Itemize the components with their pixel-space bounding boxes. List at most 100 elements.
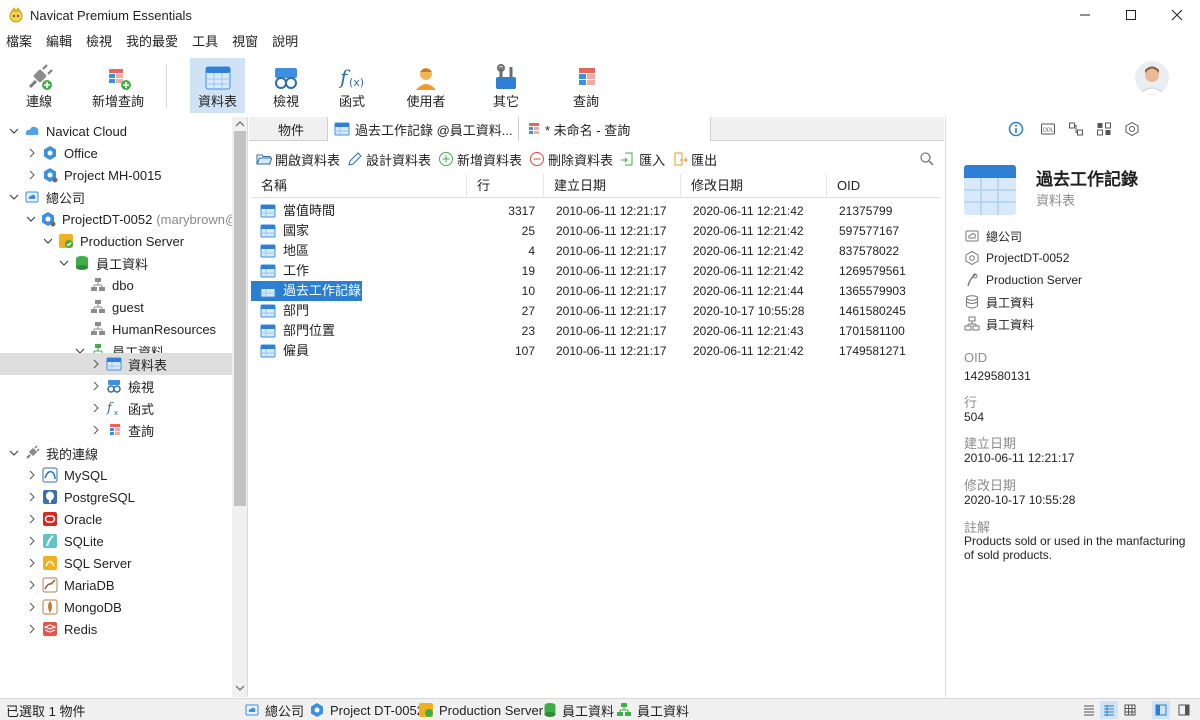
search-icon[interactable] bbox=[920, 152, 934, 166]
tree-item-postgresql[interactable]: PostgreSQL bbox=[0, 486, 232, 508]
chevron-down-icon[interactable] bbox=[42, 235, 54, 247]
minimize-button[interactable] bbox=[1062, 0, 1108, 30]
tree-item-database-employee[interactable]: 員工資料 bbox=[0, 252, 232, 274]
info-icon[interactable] bbox=[1008, 121, 1024, 137]
chevron-right-icon[interactable] bbox=[90, 424, 102, 436]
column-header-rows[interactable]: 行 bbox=[467, 174, 544, 198]
tree-item-mysql[interactable]: MySQL bbox=[0, 464, 232, 486]
queries-button[interactable]: 查詢 bbox=[562, 58, 610, 113]
chevron-right-icon[interactable] bbox=[90, 380, 102, 392]
table-row[interactable]: 國家 25 2010-06-11 12:21:17 2020-06-11 12:21:… bbox=[251, 221, 941, 241]
tree-item-tables[interactable]: 資料表 bbox=[0, 353, 232, 375]
scroll-up-icon[interactable] bbox=[235, 119, 245, 129]
views-button[interactable]: 檢視 bbox=[262, 58, 310, 113]
hexagon-settings-icon[interactable] bbox=[1124, 121, 1140, 137]
maximize-button[interactable] bbox=[1108, 0, 1154, 30]
table-row[interactable]: 過去工作記錄 10 2010-06-11 12:21:17 2020-06-11 12… bbox=[251, 281, 941, 301]
table-row[interactable]: 部門 27 2010-06-11 12:21:17 2020-10-17 10:55:… bbox=[251, 301, 941, 321]
column-header-created[interactable]: 建立日期 bbox=[544, 174, 681, 198]
export-button[interactable]: 匯出 bbox=[672, 150, 717, 169]
tree-item-mongodb[interactable]: MongoDB bbox=[0, 596, 232, 618]
tree-item-mariadb[interactable]: MariaDB bbox=[0, 574, 232, 596]
status-crumb-company[interactable]: 總公司 bbox=[244, 699, 304, 720]
close-button[interactable] bbox=[1154, 0, 1200, 30]
functions-button[interactable]: f (x) 函式 bbox=[330, 58, 374, 113]
new-table-button[interactable]: 新增資料表 bbox=[438, 150, 522, 169]
chevron-right-icon[interactable] bbox=[26, 491, 38, 503]
users-button[interactable]: 使用者 bbox=[398, 58, 454, 113]
chevron-right-icon[interactable] bbox=[26, 557, 38, 569]
dependencies-icon[interactable] bbox=[1096, 121, 1112, 137]
tree-item-office[interactable]: Office bbox=[0, 142, 232, 164]
list-view-toggle[interactable] bbox=[1080, 701, 1098, 719]
ddl-icon[interactable]: DDL bbox=[1040, 121, 1056, 137]
chevron-right-icon[interactable] bbox=[26, 169, 38, 181]
tree-scrollbar[interactable] bbox=[232, 117, 247, 697]
user-avatar[interactable] bbox=[1135, 61, 1169, 95]
status-crumb-project[interactable]: Project DT-0052 bbox=[309, 699, 424, 720]
others-button[interactable]: 其它 bbox=[482, 58, 530, 113]
menu-edit[interactable]: 編輯 bbox=[39, 31, 79, 53]
tree-item-schema-guest[interactable]: guest bbox=[0, 296, 232, 318]
table-row[interactable]: 部門位置 23 2010-06-11 12:21:17 2020-06-11 12:2… bbox=[251, 321, 941, 341]
chevron-right-icon[interactable] bbox=[26, 535, 38, 547]
tree-item-company[interactable]: 總公司 bbox=[0, 186, 232, 208]
column-header-oid[interactable]: OID bbox=[827, 174, 941, 198]
tree-item-project-dt[interactable]: ProjectDT-0052 (marybrown@ bbox=[0, 208, 238, 230]
chevron-down-icon[interactable] bbox=[26, 213, 36, 225]
tree-item-views[interactable]: 檢視 bbox=[0, 375, 232, 397]
table-row[interactable]: 當值時間 3317 2010-06-11 12:21:17 2020-06-11 12… bbox=[251, 201, 941, 221]
tree-item-redis[interactable]: Redis bbox=[0, 618, 232, 640]
column-header-modified[interactable]: 修改日期 bbox=[681, 174, 827, 198]
detail-view-toggle[interactable] bbox=[1100, 701, 1118, 719]
grid-view-toggle[interactable] bbox=[1121, 701, 1139, 719]
tables-button[interactable]: 資料表 bbox=[190, 58, 245, 113]
chevron-down-icon[interactable] bbox=[8, 191, 20, 203]
nav-pane-toggle[interactable] bbox=[1152, 701, 1170, 719]
connect-button[interactable]: 連線 bbox=[12, 58, 66, 113]
menu-view[interactable]: 檢視 bbox=[79, 31, 119, 53]
er-diagram-icon[interactable] bbox=[1068, 121, 1084, 137]
info-pane-toggle[interactable] bbox=[1175, 701, 1193, 719]
scrollbar-thumb[interactable] bbox=[234, 131, 246, 506]
chevron-right-icon[interactable] bbox=[26, 147, 38, 159]
menu-help[interactable]: 說明 bbox=[265, 31, 305, 53]
scroll-down-icon[interactable] bbox=[235, 683, 245, 693]
chevron-right-icon[interactable] bbox=[90, 402, 102, 414]
status-crumb-schema[interactable]: 員工資料 bbox=[616, 699, 689, 720]
chevron-right-icon[interactable] bbox=[26, 623, 38, 635]
status-crumb-database[interactable]: 員工資料 bbox=[543, 699, 614, 720]
tree-item-sqlite[interactable]: SQLite bbox=[0, 530, 232, 552]
chevron-right-icon[interactable] bbox=[26, 513, 38, 525]
chevron-down-icon[interactable] bbox=[8, 447, 20, 459]
tree-item-production-server[interactable]: Production Server bbox=[0, 230, 232, 252]
delete-table-button[interactable]: 刪除資料表 bbox=[529, 150, 613, 169]
status-crumb-server[interactable]: Production Server bbox=[418, 699, 543, 720]
chevron-right-icon[interactable] bbox=[26, 601, 38, 613]
table-row[interactable]: 地區 4 2010-06-11 12:21:17 2020-06-11 12:21:4… bbox=[251, 241, 941, 261]
chevron-down-icon[interactable] bbox=[58, 257, 70, 269]
design-table-button[interactable]: 設計資料表 bbox=[347, 150, 431, 169]
tree-item-functions[interactable]: fx 函式 bbox=[0, 397, 232, 419]
tree-item-sql-server[interactable]: SQL Server bbox=[0, 552, 232, 574]
chevron-down-icon[interactable] bbox=[8, 125, 20, 137]
menu-tools[interactable]: 工具 bbox=[185, 31, 225, 53]
tab-objects[interactable]: 物件 bbox=[249, 117, 327, 141]
tree-item-queries[interactable]: 查詢 bbox=[0, 419, 232, 441]
chevron-right-icon[interactable] bbox=[26, 579, 38, 591]
chevron-right-icon[interactable] bbox=[26, 469, 38, 481]
open-table-button[interactable]: 開啟資料表 bbox=[256, 150, 340, 169]
table-row[interactable]: 僱員 107 2010-06-11 12:21:17 2020-06-11 12:21… bbox=[251, 341, 941, 361]
new-query-button[interactable]: 新增查詢 bbox=[86, 58, 150, 113]
tree-item-my-connections[interactable]: 我的連線 bbox=[0, 442, 232, 464]
tree-item-project-mh[interactable]: Project MH-0015 bbox=[0, 164, 232, 186]
table-row[interactable]: 工作 19 2010-06-11 12:21:17 2020-06-11 12:21:… bbox=[251, 261, 941, 281]
import-button[interactable]: 匯入 bbox=[620, 150, 665, 169]
chevron-right-icon[interactable] bbox=[90, 358, 102, 370]
tab-table-design[interactable]: 過去工作記錄 @員工資料... bbox=[327, 117, 519, 141]
menu-favorites[interactable]: 我的最愛 bbox=[119, 31, 185, 53]
tab-untitled-query[interactable]: * 未命名 - 查詢 bbox=[519, 117, 711, 141]
menu-file[interactable]: 檔案 bbox=[0, 31, 39, 53]
menu-window[interactable]: 視窗 bbox=[225, 31, 265, 53]
tree-item-navicat-cloud[interactable]: Navicat Cloud bbox=[0, 120, 232, 142]
